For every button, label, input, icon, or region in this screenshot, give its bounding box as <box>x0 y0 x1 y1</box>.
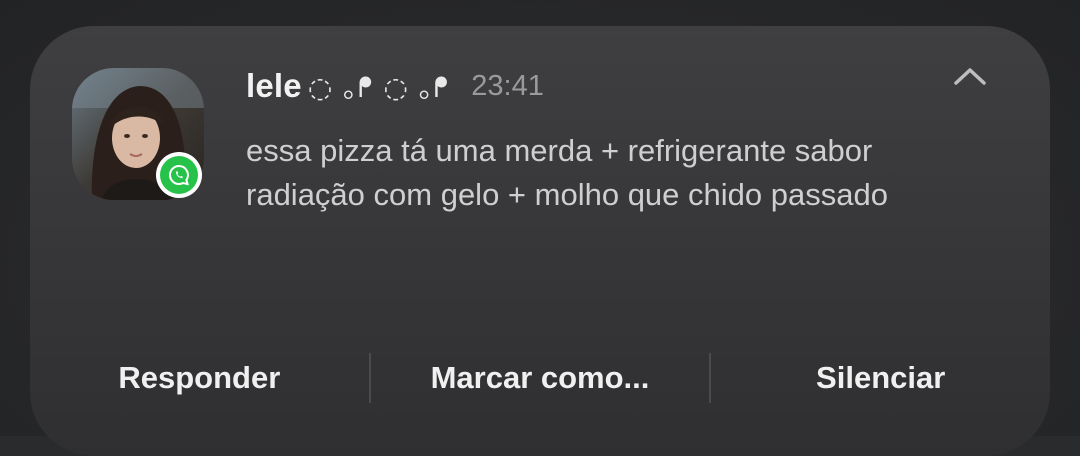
notification-time: 23:41 <box>471 69 544 102</box>
whatsapp-icon <box>160 156 198 194</box>
sender-name: lele <box>246 67 302 104</box>
message-body: essa pizza tá uma merda + refrigerante s… <box>246 133 888 212</box>
notification-actions: Responder Marcar como... Silenciar <box>30 346 1050 410</box>
chevron-up-icon[interactable] <box>950 58 990 94</box>
mute-button[interactable]: Silenciar <box>711 360 1050 396</box>
notification-header: lele ◌ ｡ᖰ ◌ ｡ᖰ 23:41 <box>246 64 544 108</box>
whatsapp-badge <box>156 152 202 198</box>
contact-avatar-group[interactable] <box>72 68 204 200</box>
mark-as-button[interactable]: Marcar como... <box>371 360 710 396</box>
reply-button[interactable]: Responder <box>30 360 369 396</box>
sender-decoration: ◌ ｡ᖰ ◌ ｡ᖰ <box>307 71 450 104</box>
